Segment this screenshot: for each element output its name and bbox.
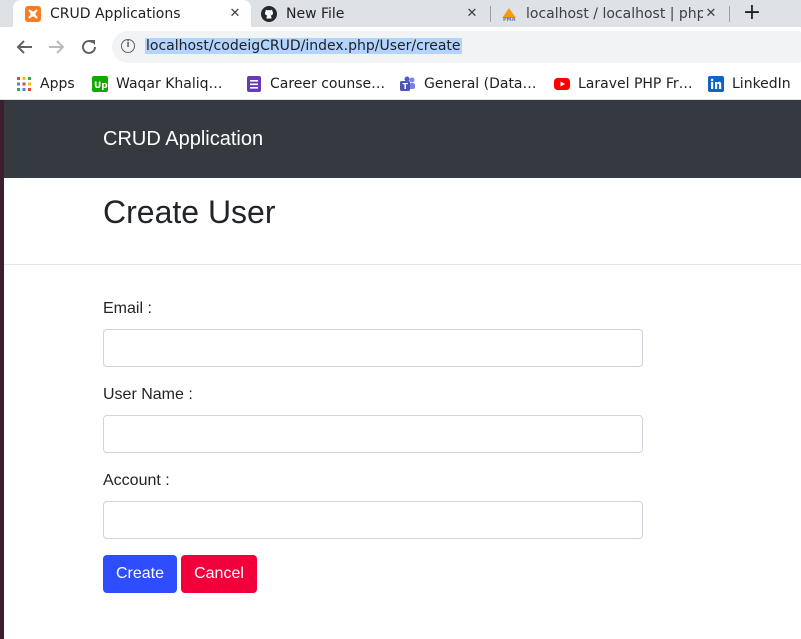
- account-label: Account :: [103, 472, 170, 489]
- close-tab-icon[interactable]: ✕: [703, 6, 719, 21]
- tab-title: localhost / localhost | php: [526, 5, 703, 22]
- browser-toolbar: i localhost/codeigCRUD/index.php/User/cr…: [0, 27, 801, 68]
- bookmark-apps[interactable]: Apps: [16, 73, 75, 95]
- github-icon: [261, 5, 277, 22]
- bookmark-general[interactable]: T General (Data…: [400, 73, 537, 95]
- divider: [4, 264, 801, 265]
- tab-crud-applications[interactable]: CRUD Applications ✕: [13, 0, 251, 27]
- svg-text:T: T: [403, 82, 409, 91]
- bookmarks-bar: Apps Up Waqar Khaliq… Career counse… T G…: [0, 68, 801, 100]
- youtube-icon: [554, 78, 570, 90]
- back-arrow-icon[interactable]: [14, 36, 36, 58]
- page-title: Create User: [103, 194, 276, 230]
- phpmyadmin-icon: PMA: [502, 7, 516, 22]
- app-navbar: CRUD Application: [4, 100, 801, 178]
- bookmark-label: General (Data…: [424, 76, 537, 92]
- upwork-icon: Up: [92, 76, 108, 92]
- bookmark-label: Laravel PHP Fr…: [578, 76, 693, 92]
- apps-grid-icon: [17, 77, 31, 91]
- tab-strip: CRUD Applications ✕ New File ✕ PMA local…: [0, 0, 801, 27]
- bookmark-linkedin[interactable]: LinkedIn: [708, 73, 791, 95]
- email-label: Email :: [103, 300, 152, 317]
- forms-icon: [247, 76, 261, 92]
- tab-title: New File: [286, 5, 345, 22]
- tab-new-file[interactable]: New File ✕: [252, 0, 488, 27]
- email-field[interactable]: [103, 329, 643, 367]
- bookmark-label: LinkedIn: [732, 76, 791, 92]
- site-info-icon[interactable]: i: [121, 39, 135, 53]
- tab-title: CRUD Applications: [50, 5, 181, 22]
- bookmark-label: Career counse…: [270, 76, 386, 92]
- bookmark-career[interactable]: Career counse…: [246, 73, 385, 95]
- tab-phpmyadmin[interactable]: PMA localhost / localhost | php ✕: [491, 0, 727, 27]
- username-field[interactable]: [103, 415, 643, 453]
- bookmark-label: Apps: [40, 76, 75, 92]
- close-tab-icon[interactable]: ✕: [227, 6, 243, 21]
- svg-text:PMA: PMA: [503, 17, 516, 22]
- xampp-icon: [25, 5, 41, 22]
- reload-icon[interactable]: [78, 36, 100, 58]
- tab-separator: [729, 6, 730, 22]
- forward-arrow-icon[interactable]: [45, 36, 67, 58]
- page-content: CRUD Application Create User Email : Use…: [4, 100, 801, 639]
- url-text[interactable]: localhost/codeigCRUD/index.php/User/crea…: [145, 38, 462, 54]
- close-tab-icon[interactable]: ✕: [464, 6, 480, 21]
- new-tab-button[interactable]: +: [742, 2, 762, 24]
- address-bar[interactable]: i localhost/codeigCRUD/index.php/User/cr…: [112, 31, 801, 63]
- cancel-button[interactable]: Cancel: [181, 555, 257, 593]
- linkedin-icon: [708, 76, 724, 92]
- svg-text:Up: Up: [94, 81, 108, 91]
- username-label: User Name :: [103, 386, 193, 403]
- navbar-brand[interactable]: CRUD Application: [103, 128, 263, 151]
- bookmark-waqar[interactable]: Up Waqar Khaliq…: [92, 73, 223, 95]
- create-button[interactable]: Create: [103, 555, 177, 593]
- account-field[interactable]: [103, 501, 643, 539]
- teams-icon: T: [400, 76, 415, 91]
- bookmark-laravel[interactable]: Laravel PHP Fr…: [554, 73, 693, 95]
- bookmark-label: Waqar Khaliq…: [116, 76, 223, 92]
